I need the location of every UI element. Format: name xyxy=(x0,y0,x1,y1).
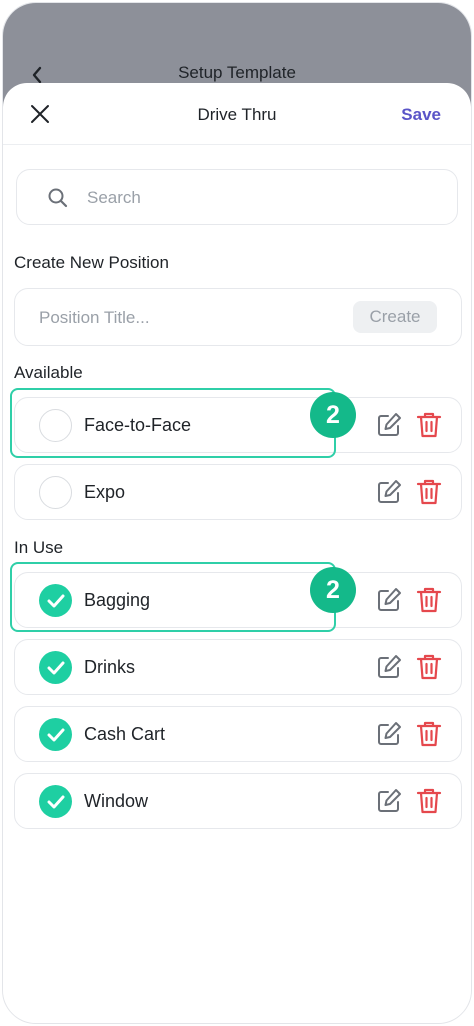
list-item-label: Expo xyxy=(84,482,126,502)
position-title-input[interactable] xyxy=(39,304,339,332)
close-icon xyxy=(31,105,49,123)
in-use-heading: In Use xyxy=(14,538,64,557)
list-item-label: Face-to-Face xyxy=(84,415,192,435)
search-input[interactable] xyxy=(87,184,427,212)
create-position-heading: Create New Position xyxy=(14,253,169,272)
checkmark-icon xyxy=(47,594,64,607)
trash-icon[interactable] xyxy=(416,586,442,614)
background-screen-title: Setup Template xyxy=(178,63,296,82)
checkmark-icon xyxy=(47,661,64,674)
trash-icon[interactable] xyxy=(416,653,442,681)
save-button[interactable]: Save xyxy=(401,105,441,125)
step-badge: 2 xyxy=(310,392,356,438)
available-heading: Available xyxy=(14,363,83,382)
checkmark-icon xyxy=(47,795,64,808)
search-box[interactable] xyxy=(16,169,458,225)
sheet-header: Drive Thru Save xyxy=(3,83,471,145)
search-icon xyxy=(48,188,68,208)
list-item-label: Window xyxy=(84,791,149,811)
edit-icon[interactable] xyxy=(375,411,403,439)
list-item-drinks[interactable]: Drinks xyxy=(14,639,462,695)
checkmark-icon xyxy=(47,728,64,741)
list-item-label: Bagging xyxy=(84,590,151,610)
checked-circle-icon[interactable] xyxy=(39,651,72,684)
trash-icon[interactable] xyxy=(416,787,442,815)
phone-frame: Setup Template Drive Thru Save Create Ne… xyxy=(2,2,472,1024)
list-item-label: Cash Cart xyxy=(84,724,166,744)
edit-icon[interactable] xyxy=(375,787,403,815)
list-item-window[interactable]: Window xyxy=(14,773,462,829)
list-item-bagging[interactable]: Bagging xyxy=(14,572,462,628)
unchecked-circle-icon[interactable] xyxy=(39,476,72,509)
create-button[interactable]: Create xyxy=(353,301,437,333)
create-position-box: Create xyxy=(14,288,462,346)
checked-circle-icon[interactable] xyxy=(39,584,72,617)
list-item-expo[interactable]: Expo xyxy=(14,464,462,520)
step-badge: 2 xyxy=(310,567,356,613)
checked-circle-icon[interactable] xyxy=(39,718,72,751)
checked-circle-icon[interactable] xyxy=(39,785,72,818)
edit-icon[interactable] xyxy=(375,478,403,506)
trash-icon[interactable] xyxy=(416,720,442,748)
trash-icon[interactable] xyxy=(416,411,442,439)
close-button[interactable] xyxy=(23,97,57,131)
unchecked-circle-icon[interactable] xyxy=(39,409,72,442)
edit-icon[interactable] xyxy=(375,586,403,614)
list-item-face-to-face[interactable]: Face-to-Face xyxy=(14,397,462,453)
list-item-label: Drinks xyxy=(84,657,136,677)
trash-icon[interactable] xyxy=(416,478,442,506)
edit-icon[interactable] xyxy=(375,653,403,681)
edit-icon[interactable] xyxy=(375,720,403,748)
list-item-cash-cart[interactable]: Cash Cart xyxy=(14,706,462,762)
bottom-sheet: Drive Thru Save Create New Position Crea… xyxy=(3,83,471,1023)
